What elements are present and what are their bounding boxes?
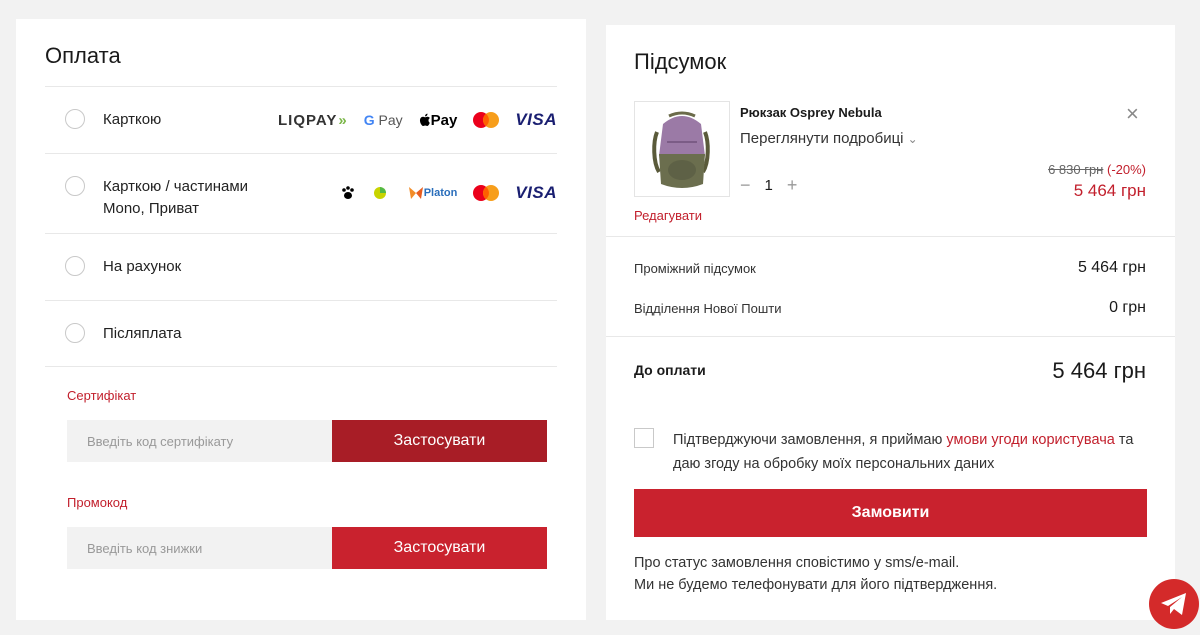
product-name[interactable]: Рюкзак Osprey Nebula [740, 105, 882, 120]
product-details-toggle[interactable]: Переглянути подробиці ⌄ [740, 130, 918, 147]
payment-option-installments[interactable]: Карткою / частинами Mono, Приват Platon … [45, 153, 557, 233]
google-pay-logo: G Pay [363, 112, 403, 128]
payment-option-label: Карткою / частинами Mono, Приват [103, 178, 249, 217]
certificate-label: Сертифікат [67, 388, 137, 403]
visa-logo: VISA [515, 183, 557, 202]
payment-option-label: Карткою [103, 111, 162, 128]
consent-checkbox[interactable] [634, 428, 654, 448]
product-price: 5 464 грн [1073, 181, 1146, 200]
payment-option-invoice[interactable]: На рахунок [45, 233, 557, 300]
certificate-apply-button[interactable]: Застосувати [332, 420, 547, 462]
installment-logos: Platon VISA [340, 181, 557, 205]
promo-apply-button[interactable]: Застосувати [332, 527, 547, 569]
summary-title: Підсумок [634, 49, 727, 74]
payment-option-card[interactable]: Карткою LIQPAY» G Pay Pay VISA [45, 86, 557, 153]
privat-pay-icon [372, 185, 392, 201]
mastercard-logo [473, 112, 500, 128]
product-image[interactable] [634, 101, 730, 197]
chevron-down-icon: ⌄ [907, 132, 918, 146]
shipping-value: 0 грн [1109, 299, 1146, 316]
payment-panel: Оплата Карткою LIQPAY» G Pay Pay VISA Ка… [16, 19, 586, 620]
promo-label: Промокод [67, 495, 128, 510]
order-info: Про статус замовлення сповістимо у sms/e… [634, 555, 998, 593]
radio-installments[interactable] [65, 176, 85, 196]
total-label: До оплати [634, 362, 706, 378]
remove-item-icon[interactable]: × [1126, 101, 1139, 127]
old-price: 6 830 грн (-20%) [1048, 162, 1146, 177]
shipping-label: Відділення Нової Пошти [634, 301, 782, 316]
consent-text: Підтверджуючи замовлення, я приймаю умов… [673, 432, 1134, 472]
radio-card[interactable] [65, 109, 85, 129]
radio-cod[interactable] [65, 323, 85, 343]
quantity-value: 1 [764, 177, 773, 194]
terms-link[interactable]: умови угоди користувача [946, 432, 1114, 448]
payment-option-label: На рахунок [103, 258, 182, 275]
liqpay-logo: LIQPAY» [278, 111, 348, 129]
order-button[interactable]: Замовити [634, 489, 1147, 537]
minus-icon[interactable]: − [740, 175, 751, 196]
platon-logo: Platon [408, 186, 457, 200]
summary-panel: Підсумок Рюкзак Osprey Nebula Переглянут… [606, 25, 1175, 620]
payment-title: Оплата [45, 43, 121, 68]
telegram-icon[interactable] [1149, 579, 1199, 629]
paw-icon [340, 185, 356, 201]
divider [606, 336, 1175, 337]
subtotal-label: Проміжний підсумок [634, 261, 756, 276]
subtotal-value: 5 464 грн [1077, 259, 1146, 276]
radio-invoice[interactable] [65, 256, 85, 276]
certificate-input[interactable]: Введіть код сертифікату [67, 420, 332, 462]
payment-logos: LIQPAY» G Pay Pay VISA [278, 108, 557, 132]
total-value: 5 464 грн [1052, 358, 1146, 383]
quantity-stepper: − 1 + [740, 175, 797, 196]
promo-input[interactable]: Введіть код знижки [67, 527, 332, 569]
edit-link[interactable]: Редагувати [634, 208, 702, 223]
payment-option-label: Післяплата [103, 325, 182, 342]
apple-pay-logo: Pay [419, 112, 457, 129]
payment-option-cod[interactable]: Післяплата [45, 300, 557, 367]
visa-logo: VISA [515, 110, 557, 129]
divider [606, 236, 1175, 237]
mastercard-logo [473, 185, 500, 201]
discount-badge: (-20%) [1106, 162, 1146, 177]
plus-icon[interactable]: + [787, 175, 798, 196]
